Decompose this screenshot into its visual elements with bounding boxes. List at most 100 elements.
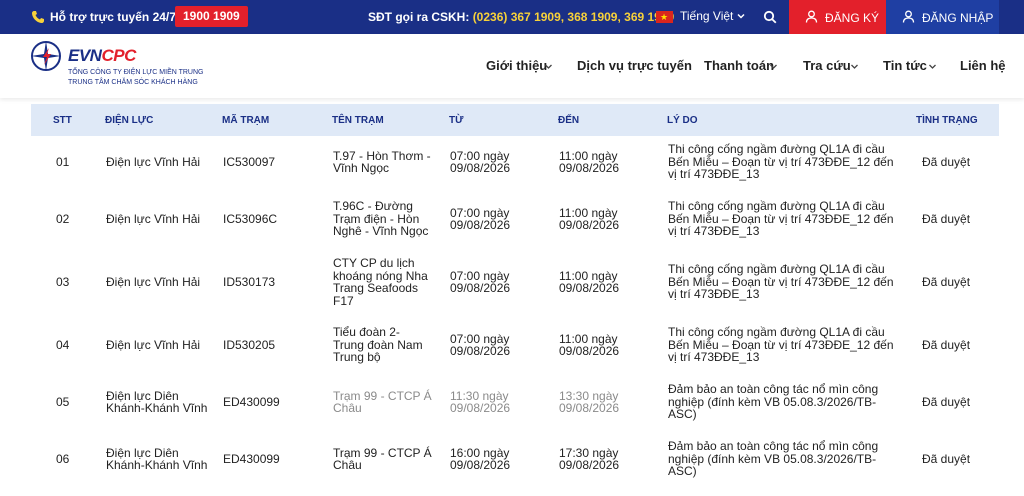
cell-tinh-trang: Đã duyệt — [922, 453, 992, 466]
evn-logo-icon[interactable] — [29, 39, 63, 73]
nav-item-tin-tuc[interactable]: Tin tức — [883, 58, 927, 73]
cell-dien-luc-line: Điện lực Vĩnh Hải — [106, 211, 201, 226]
logo-wordmark[interactable]: EVNCPC — [68, 46, 136, 66]
cell-ly-do-line: Thi công cống ngầm đường QL1A đi cầu — [668, 142, 885, 157]
nav-item-tra-cuu[interactable]: Tra cứu — [803, 58, 851, 73]
chevron-down-icon[interactable] — [736, 11, 746, 21]
cskh-numbers[interactable]: (0236) 367 1909, 368 1909, 369 1909 — [473, 10, 675, 24]
cell-ly-do: Thi công cống ngầm đường QL1A đi cầu Bến … — [668, 263, 908, 301]
cell-tu: 07:00 ngày 09/08/2026 — [450, 149, 550, 175]
cell-tinh-trang-line: Đã duyệt — [922, 154, 971, 169]
cell-ly-do-line: nghiệp (đính kèm VB 05.08.3/2026/TB- — [668, 394, 877, 409]
logo-subtitle-company: TỔNG CÔNG TY ĐIỆN LỰC MIỀN TRUNG — [68, 69, 204, 76]
cell-tinh-trang-line: Đã duyệt — [922, 337, 971, 352]
cell-ma-tram-line: IC53096C — [223, 211, 278, 226]
hotline-number-button[interactable]: 1900 1909 — [175, 6, 248, 27]
cell-ly-do-line: vị trí 473ĐĐE_13 — [668, 167, 760, 182]
cell-stt: 03 — [56, 276, 96, 289]
chevron-down-icon[interactable] — [544, 62, 553, 71]
chevron-down-icon[interactable] — [850, 62, 859, 71]
cell-tinh-trang-line: Đã duyệt — [922, 211, 971, 226]
cell-ly-do: Thi công cống ngầm đường QL1A đi cầu Bến … — [668, 326, 908, 364]
logo-cpc: CPC — [101, 46, 136, 65]
language-selector[interactable]: Tiếng Việt — [680, 9, 733, 23]
nav-item-thanh-toan[interactable]: Thanh toán — [704, 58, 774, 73]
cell-ma-tram: ED430099 — [223, 396, 323, 409]
nav-item-dich-vu-truc-tuyen[interactable]: Dịch vụ trực tuyến — [577, 58, 692, 73]
cell-tu: 16:00 ngày 09/08/2026 — [450, 446, 550, 472]
cell-ten-tram: T.97 - Hòn Thơm - Vĩnh Ngọc — [333, 149, 443, 175]
cell-ly-do-line: Thi công cống ngầm đường QL1A đi cầu — [668, 199, 885, 214]
cell-dien-luc-line: Điện lực Vĩnh Hải — [106, 337, 201, 352]
cell-ten-tram: CTY CP du lịch khoáng nóng Nha Trang Seafo… — [333, 257, 443, 307]
chevron-down-icon[interactable] — [769, 62, 778, 71]
cell-den: 11:00 ngày 09/08/2026 — [559, 206, 659, 232]
register-label: ĐĂNG KÝ — [825, 11, 880, 25]
cell-den-line: 09/08/2026 — [559, 161, 620, 175]
cell-tinh-trang: Đã duyệt — [922, 339, 992, 352]
cell-ma-tram: ID530173 — [223, 276, 323, 289]
cell-dien-luc-line: Điện lực Vĩnh Hải — [106, 154, 201, 169]
cell-tu-line: 09/08/2026 — [450, 458, 511, 472]
search-icon[interactable] — [763, 10, 777, 24]
cell-ly-do: Đảm bảo an toàn công tác nổ mìn công nghi… — [668, 440, 908, 478]
chevron-down-icon[interactable] — [928, 62, 937, 71]
top-bar: Hỗ trợ trực tuyến 24/7: 1900 1909 SĐT gọ… — [0, 0, 1024, 34]
cell-ly-do-line: ASC) — [668, 407, 697, 422]
cell-stt-line: 05 — [56, 394, 70, 409]
cell-stt-line: 04 — [56, 337, 70, 352]
cell-stt-line: 02 — [56, 211, 70, 226]
cell-tinh-trang: Đã duyệt — [922, 156, 992, 169]
cell-ly-do-line: Đảm bảo an toàn công tác nổ mìn công — [668, 439, 879, 454]
cell-ten-tram: Trạm 99 - CTCP Á Châu — [333, 389, 443, 415]
column-header-stt: STT — [53, 115, 72, 126]
cell-dien-luc-line: Khánh-Khánh Vĩnh — [106, 458, 208, 472]
hotline-label: Hỗ trợ trực tuyến 24/7: — [50, 10, 180, 24]
cell-ly-do: Thi công cống ngầm đường QL1A đi cầu Bến … — [668, 143, 908, 181]
vietnam-flag-icon: ★ — [656, 11, 673, 23]
cell-den-line: 09/08/2026 — [559, 458, 620, 472]
column-header-tinh-trang: TÌNH TRẠNG — [916, 115, 978, 126]
register-button[interactable]: ĐĂNG KÝ — [789, 0, 886, 34]
cell-den: 13:30 ngày 09/08/2026 — [559, 389, 659, 415]
cell-den: 11:00 ngày 09/08/2026 — [559, 269, 659, 295]
cell-stt-line: 06 — [56, 451, 70, 466]
cell-ten-tram-line: F17 — [333, 293, 354, 308]
column-header-tu: TỪ — [449, 115, 464, 126]
cell-den: 11:00 ngày 09/08/2026 — [559, 332, 659, 358]
cell-ma-tram-line: IC530097 — [223, 154, 276, 169]
cell-ten-tram-line: Vĩnh Ngọc — [333, 161, 390, 175]
nav-item-gioi-thieu[interactable]: Giới thiệu — [486, 58, 547, 73]
cell-ly-do: Thi công cống ngầm đường QL1A đi cầu Bến … — [668, 200, 908, 238]
cell-ma-tram: IC530097 — [223, 156, 323, 169]
cell-ly-do-line: nghiệp (đính kèm VB 05.08.3/2026/TB- — [668, 451, 877, 466]
cell-ma-tram: ID530205 — [223, 339, 323, 352]
cell-dien-luc: Điện lực Diên Khánh-Khánh Vĩnh — [106, 446, 216, 472]
cell-tu-line: 09/08/2026 — [450, 161, 511, 175]
cell-tu-line: 09/08/2026 — [450, 344, 511, 358]
cell-den-line: 09/08/2026 — [559, 218, 620, 232]
cell-ma-tram-line: ID530173 — [223, 274, 276, 289]
cell-ma-tram: ED430099 — [223, 453, 323, 466]
login-button[interactable]: ĐĂNG NHẬP — [886, 0, 999, 34]
cell-ten-tram-line: Tiểu đoàn 2- — [333, 325, 400, 340]
cell-ten-tram-line: Châu — [333, 458, 362, 472]
cell-tinh-trang: Đã duyệt — [922, 396, 992, 409]
cell-stt: 01 — [56, 156, 96, 169]
cell-tinh-trang-line: Đã duyệt — [922, 451, 971, 466]
cskh-label: SĐT gọi ra CSKH: — [368, 10, 470, 24]
cell-tinh-trang-line: Đã duyệt — [922, 274, 971, 289]
cell-ma-tram-line: ID530205 — [223, 337, 276, 352]
cell-stt: 02 — [56, 213, 96, 226]
cell-tu-line: 09/08/2026 — [450, 401, 511, 415]
cell-tinh-trang-line: Đã duyệt — [922, 394, 971, 409]
cell-dien-luc: Điện lực Vĩnh Hải — [106, 156, 216, 169]
nav-item-lien-he[interactable]: Liên hệ — [960, 58, 1006, 73]
cell-ly-do-line: vị trí 473ĐĐE_13 — [668, 350, 760, 365]
column-header-ten-tram: TÊN TRẠM — [332, 115, 384, 126]
column-header-den: ĐẾN — [558, 115, 580, 126]
cell-den-line: 09/08/2026 — [559, 401, 620, 415]
cell-dien-luc-line: Điện lực Vĩnh Hải — [106, 274, 201, 289]
cell-tu: 11:30 ngày 09/08/2026 — [450, 389, 550, 415]
cell-ten-tram: T.96C - Đường Trạm điện - Hòn Nghê - Vĩnh … — [333, 200, 443, 238]
